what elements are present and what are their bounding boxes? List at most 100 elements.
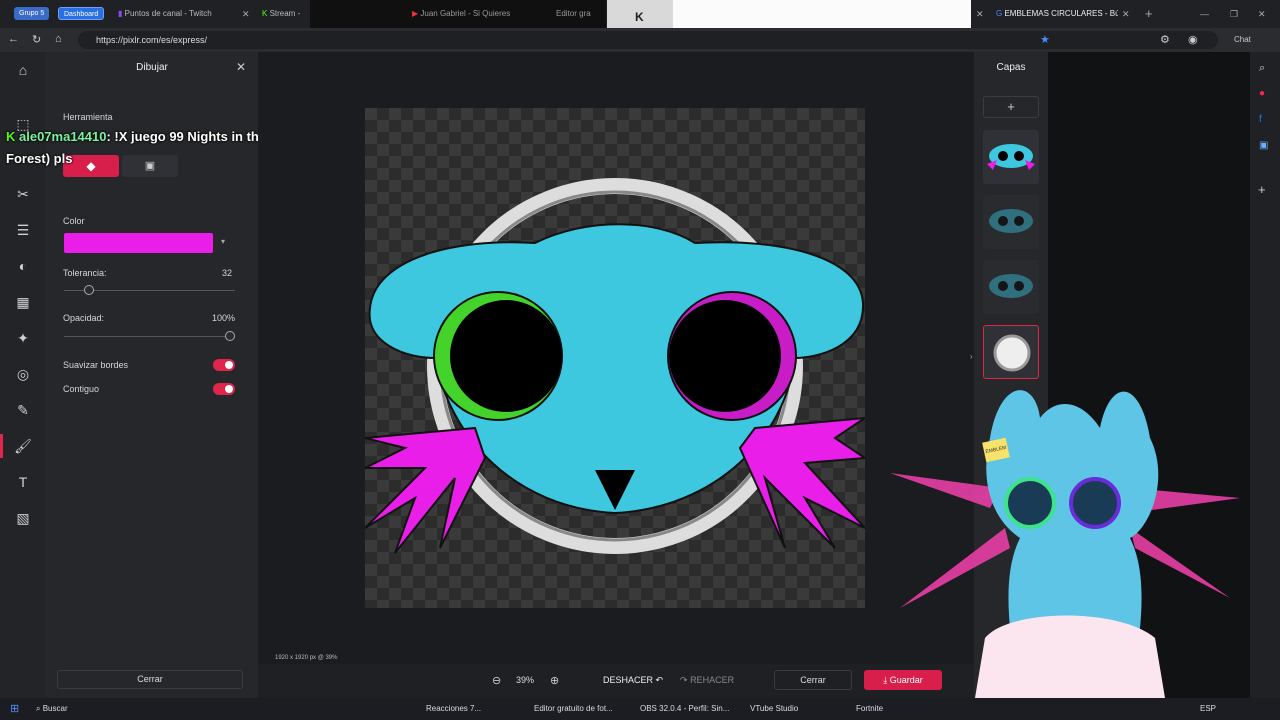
add-layer-button[interactable]: + — [983, 96, 1039, 118]
profile-icon[interactable]: ◉ — [1188, 33, 1198, 46]
tab-label: EMBLEMAS CIRCULARES - Bús — [1004, 9, 1118, 18]
language-indicator[interactable]: ESP — [1200, 701, 1216, 717]
browser-sidebar: ⌕ ● f ▣ + — [1250, 52, 1280, 698]
bandage-icon[interactable]: ✎ — [13, 400, 33, 420]
zoom-value[interactable]: 39% — [516, 675, 534, 685]
tolerance-label: Tolerancia: — [63, 268, 107, 278]
layer-thumb-2[interactable] — [983, 195, 1039, 249]
new-tab-icon[interactable]: + — [1145, 5, 1153, 23]
search-icon[interactable]: ⌕ — [1259, 62, 1265, 75]
window-close-icon[interactable]: ✕ — [1258, 5, 1266, 23]
contiguous-label: Contiguo — [63, 384, 100, 394]
taskbar-app-vtube[interactable]: VTube Studio — [750, 701, 798, 717]
maximize-icon[interactable]: ❐ — [1230, 5, 1238, 23]
twitch-icon: ▮ — [118, 9, 125, 18]
home-icon[interactable]: ⌂ — [55, 33, 62, 45]
smooth-edges-label: Suavizar bordes — [63, 360, 129, 370]
pattern-icon[interactable]: ▧ — [13, 508, 33, 528]
taskbar-app-reacciones[interactable]: Reacciones 7... — [426, 701, 522, 717]
text-icon[interactable]: T — [13, 472, 33, 492]
collapse-arrow-icon[interactable]: › — [970, 352, 973, 361]
left-gills — [364, 426, 487, 554]
opacity-slider[interactable] — [64, 336, 235, 337]
undo-button[interactable]: DESHACER ↶ — [603, 675, 663, 686]
reload-icon[interactable]: ↻ — [32, 33, 41, 46]
kick-icon: K — [262, 9, 270, 18]
contiguous-toggle[interactable] — [213, 383, 235, 395]
right-eye — [669, 300, 781, 412]
layer-thumb-4-selected[interactable] — [983, 325, 1039, 379]
panel-close-icon[interactable]: ✕ — [236, 60, 246, 74]
address-bar: ← ↻ ⌂ https://pixlr.com/es/express/ ★ ⚙ … — [0, 28, 1280, 52]
tolerance-slider-knob[interactable] — [84, 285, 94, 295]
chat-username: ale07ma14410 — [19, 129, 107, 144]
canvas-size-readout: 1920 x 1920 px @ 39% — [275, 655, 338, 661]
tool-section-label: Herramienta — [63, 112, 113, 122]
close-button[interactable]: Cerrar — [774, 670, 852, 690]
layer-thumb-1[interactable] — [983, 130, 1039, 184]
left-eye — [450, 300, 562, 412]
tab-group-dashboard[interactable]: Dashboard — [58, 7, 105, 20]
redo-label: REHACER — [690, 675, 735, 685]
zoom-in-icon[interactable]: ⊕ — [550, 674, 559, 687]
add-app-icon[interactable]: + — [1258, 182, 1266, 197]
draw-brush-icon[interactable]: 🖌 — [13, 436, 33, 456]
panel-title: Dibujar — [136, 62, 168, 73]
chevron-down-icon[interactable]: ▾ — [221, 237, 225, 246]
color-label: Color — [63, 216, 85, 226]
tab-youtube[interactable]: ▶ Juan Gabriel - Si Quieres — [412, 5, 530, 23]
adjust-icon[interactable]: ☰ — [13, 220, 33, 240]
taskbar-app-editor[interactable]: Editor gratuito de fot... — [534, 701, 630, 717]
opacity-label: Opacidad: — [63, 313, 105, 323]
vtuber-avatar — [890, 390, 1240, 698]
close-icon[interactable]: ✕ — [1122, 5, 1130, 23]
taskbar-app-obs[interactable]: OBS 32.0.4 - Perfil: Sin... — [640, 701, 740, 717]
image-canvas[interactable] — [364, 108, 868, 608]
filter-icon[interactable]: ◐ — [13, 256, 33, 276]
search-icon: ⌕ — [36, 704, 43, 713]
minimize-icon[interactable]: — — [1200, 5, 1209, 23]
layer-thumb-3[interactable] — [983, 260, 1039, 314]
chat-button[interactable]: Chat — [1234, 35, 1251, 44]
redo-icon: ↷ — [680, 675, 688, 685]
redo-button[interactable]: ↷ REHACER — [680, 675, 734, 686]
layers-title: Capas — [996, 62, 1026, 73]
undo-icon: ↶ — [655, 675, 664, 685]
app-icon-1[interactable]: ● — [1259, 88, 1265, 99]
app-icon-2[interactable]: ▣ — [1259, 140, 1268, 151]
close-icon[interactable]: ✕ — [242, 5, 250, 23]
tab-label: Juan Gabriel - Si Quieres — [420, 9, 511, 18]
taskbar-search-label: Buscar — [42, 704, 68, 713]
tab-editor[interactable]: Editor gra — [556, 5, 606, 23]
tab-emblemas[interactable]: G EMBLEMAS CIRCULARES - Bús — [996, 5, 1118, 23]
facebook-icon[interactable]: f — [1259, 114, 1262, 125]
tab-twitch-points[interactable]: ▮ Puntos de canal - Twitch — [118, 5, 238, 23]
effects-icon[interactable]: ▦ — [13, 292, 33, 312]
taskbar-search[interactable]: ⌕ Buscar — [36, 701, 68, 717]
opacity-value: 100% — [212, 313, 236, 323]
opacity-slider-knob[interactable] — [225, 331, 235, 341]
taskbar-app-fortnite[interactable]: Fortnite — [856, 701, 883, 717]
start-icon[interactable]: ⊞ — [10, 701, 19, 717]
layer-1-preview — [987, 144, 1035, 170]
undo-label: DESHACER — [603, 675, 654, 685]
layer-4-preview — [993, 334, 1031, 372]
color-swatch[interactable] — [64, 233, 213, 253]
cut-icon[interactable]: ✂ — [13, 184, 33, 204]
settings-icon[interactable]: ⚙ — [1160, 33, 1170, 46]
bookmark-star-icon[interactable]: ★ — [1040, 33, 1050, 46]
tab-stream[interactable]: K Stream - — [262, 5, 312, 23]
browser-tab-bar: Grupo 5 Dashboard ▮ Puntos de canal - Tw… — [0, 0, 1280, 38]
back-icon[interactable]: ← — [8, 33, 19, 45]
close-icon[interactable]: ✕ — [976, 5, 984, 23]
panel-close-button[interactable]: Cerrar — [57, 670, 243, 689]
retouch-icon[interactable]: ✦ — [13, 328, 33, 348]
liquify-icon[interactable]: ◎ — [13, 364, 33, 384]
tab-group-grupo5[interactable]: Grupo 5 — [14, 7, 50, 20]
url-text: https://pixlr.com/es/express/ — [96, 35, 208, 45]
zoom-out-icon[interactable]: ⊖ — [492, 674, 501, 687]
tolerance-value: 32 — [222, 268, 233, 278]
home-icon[interactable]: ⌂ — [13, 60, 33, 80]
smooth-edges-toggle[interactable] — [213, 359, 235, 371]
active-tool-indicator — [0, 434, 3, 458]
